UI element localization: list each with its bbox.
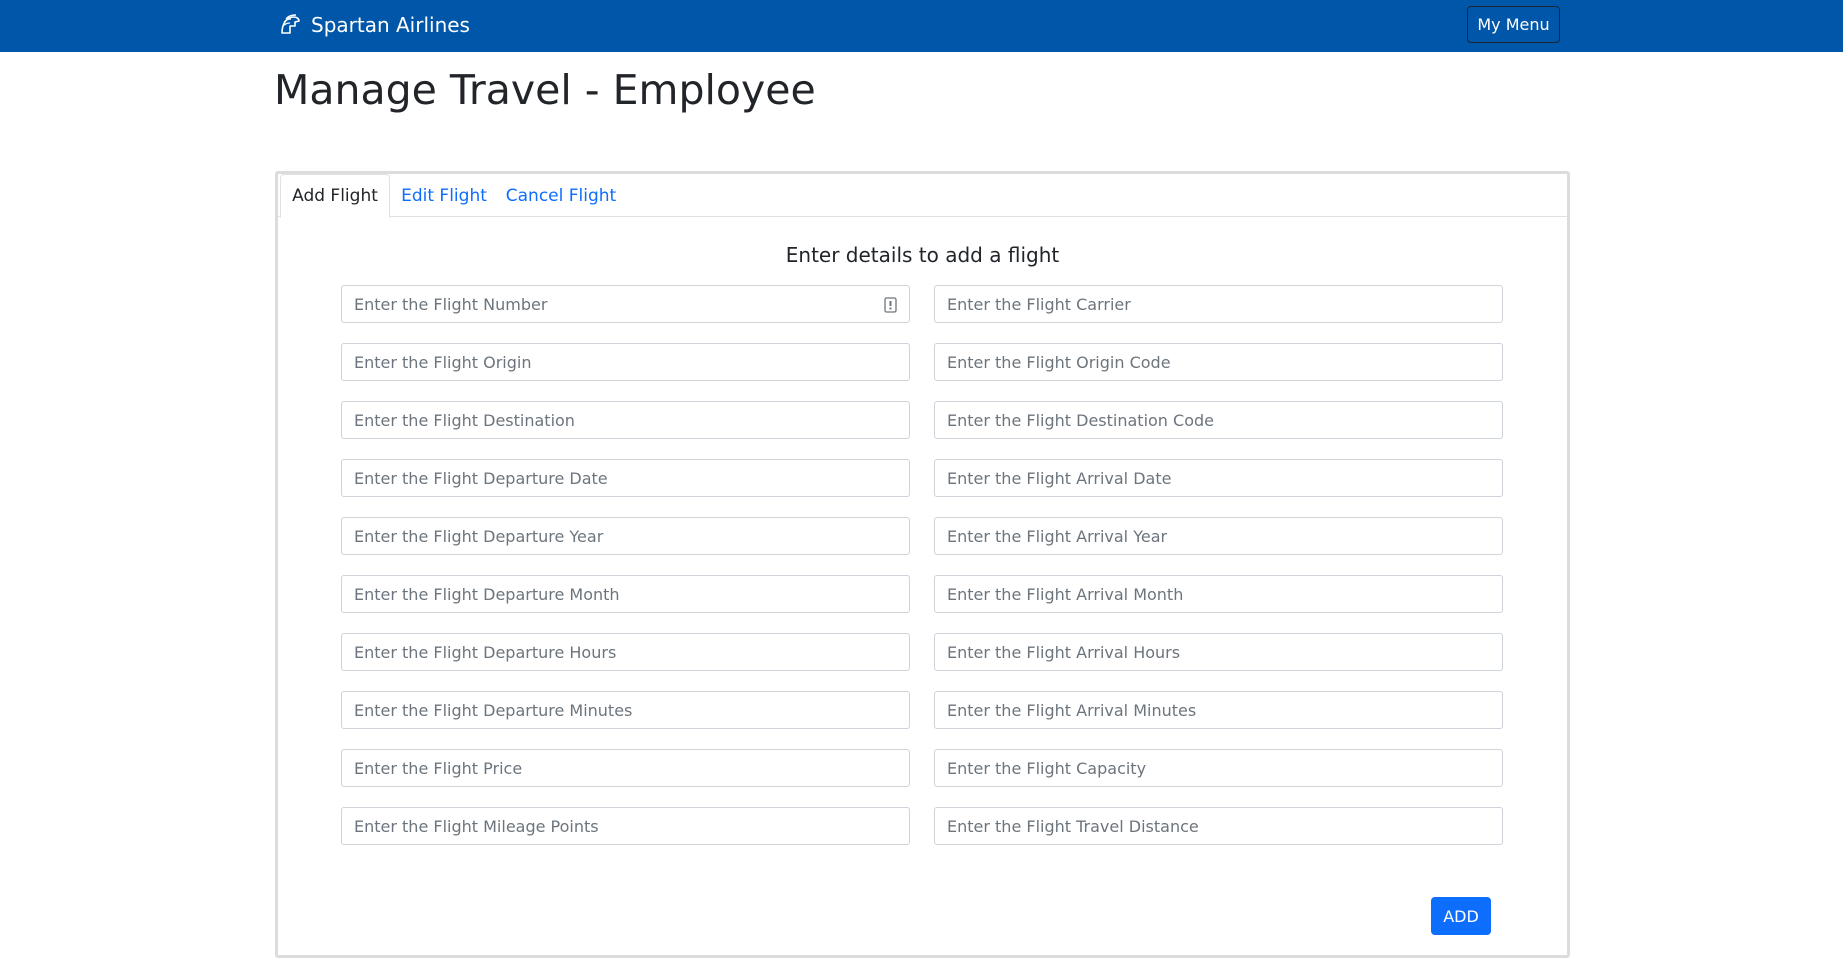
- arrival-minutes-field: [934, 691, 1503, 729]
- flight-origin-input[interactable]: [342, 344, 909, 380]
- arrival-hours-field: [934, 633, 1503, 671]
- mileage-points-input[interactable]: [342, 808, 909, 844]
- flight-number-field: [341, 285, 910, 323]
- tab-cancel-flight[interactable]: Cancel Flight: [498, 174, 624, 217]
- arrival-year-field: [934, 517, 1503, 555]
- flight-capacity-field: [934, 749, 1503, 787]
- arrival-date-field: [934, 459, 1503, 497]
- departure-date-input[interactable]: [342, 460, 909, 496]
- arrival-minutes-input[interactable]: [935, 692, 1502, 728]
- departure-month-input[interactable]: [342, 576, 909, 612]
- flight-destination-field: [341, 401, 910, 439]
- travel-distance-field: [934, 807, 1503, 845]
- travel-distance-input[interactable]: [935, 808, 1502, 844]
- departure-hours-field: [341, 633, 910, 671]
- flight-origin-code-input[interactable]: [935, 344, 1502, 380]
- brand-name: Spartan Airlines: [311, 13, 470, 37]
- flight-tabs: Add Flight Edit Flight Cancel Flight: [278, 174, 1567, 218]
- brand-link[interactable]: Spartan Airlines: [278, 10, 470, 40]
- flight-carrier-field: [934, 285, 1503, 323]
- departure-date-field: [341, 459, 910, 497]
- departure-year-field: [341, 517, 910, 555]
- flight-price-input[interactable]: [342, 750, 909, 786]
- departure-minutes-field: [341, 691, 910, 729]
- flight-origin-field: [341, 343, 910, 381]
- flight-capacity-input[interactable]: [935, 750, 1502, 786]
- arrival-month-field: [934, 575, 1503, 613]
- add-flight-button[interactable]: ADD: [1431, 897, 1491, 935]
- flight-price-field: [341, 749, 910, 787]
- arrival-month-input[interactable]: [935, 576, 1502, 612]
- flight-destination-code-field: [934, 401, 1503, 439]
- tab-add-flight[interactable]: Add Flight: [280, 174, 390, 218]
- autofill-card-icon[interactable]: [884, 297, 897, 313]
- departure-minutes-input[interactable]: [342, 692, 909, 728]
- flight-number-input[interactable]: [342, 286, 909, 322]
- page-title: Manage Travel - Employee: [274, 66, 816, 114]
- flight-carrier-input[interactable]: [935, 286, 1502, 322]
- manage-flight-card: Add Flight Edit Flight Cancel Flight Ent…: [275, 171, 1570, 958]
- spartan-helmet-icon: [278, 13, 302, 37]
- departure-month-field: [341, 575, 910, 613]
- top-navbar: Spartan Airlines My Menu: [0, 0, 1843, 52]
- form-heading: Enter details to add a flight: [785, 243, 1060, 267]
- arrival-hours-input[interactable]: [935, 634, 1502, 670]
- departure-year-input[interactable]: [342, 518, 909, 554]
- arrival-year-input[interactable]: [935, 518, 1502, 554]
- tab-edit-flight[interactable]: Edit Flight: [390, 174, 498, 217]
- flight-origin-code-field: [934, 343, 1503, 381]
- my-menu-button[interactable]: My Menu: [1467, 6, 1560, 43]
- mileage-points-field: [341, 807, 910, 845]
- departure-hours-input[interactable]: [342, 634, 909, 670]
- arrival-date-input[interactable]: [935, 460, 1502, 496]
- flight-destination-input[interactable]: [342, 402, 909, 438]
- flight-destination-code-input[interactable]: [935, 402, 1502, 438]
